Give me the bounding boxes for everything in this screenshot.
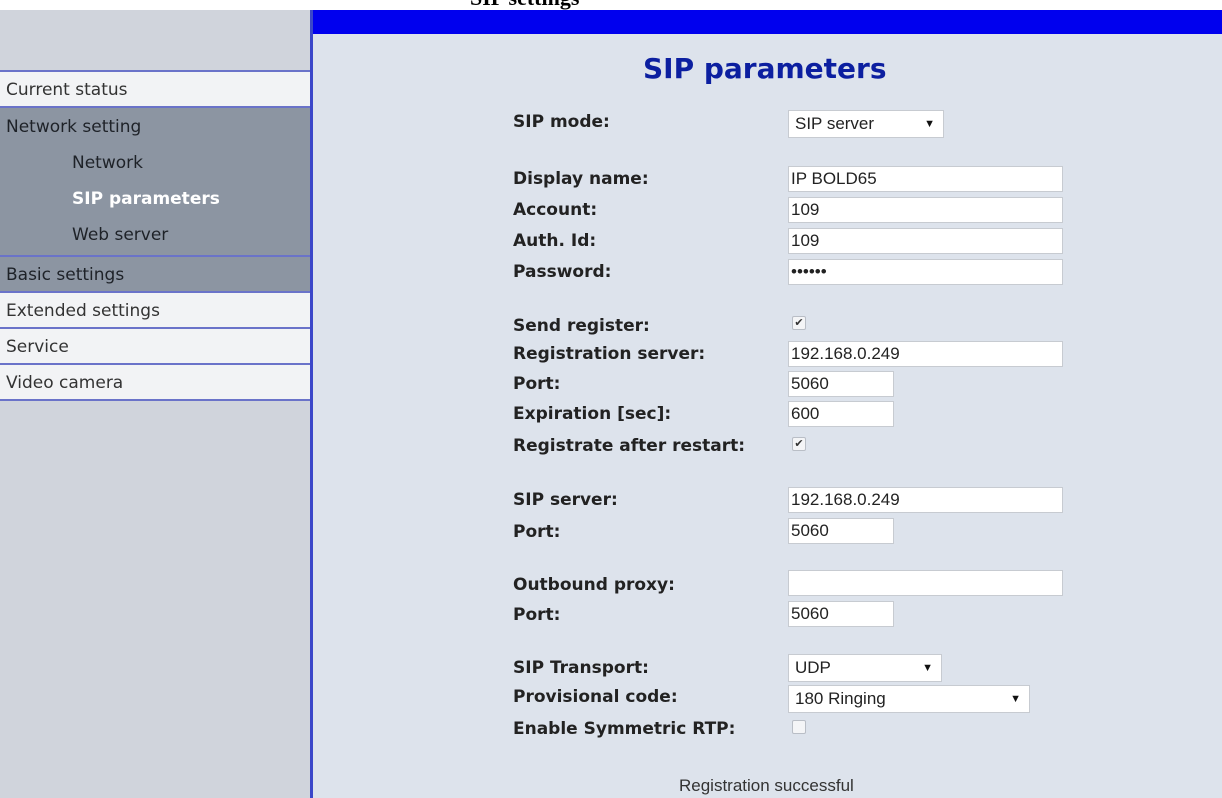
sidebar-subitem-sip-parameters[interactable]: SIP parameters: [0, 181, 310, 217]
sip-server-label: SIP server:: [513, 490, 618, 510]
page-title: SIP settings: [470, 0, 579, 10]
registration-server-input[interactable]: [788, 341, 1063, 367]
sip-server-input[interactable]: [788, 487, 1063, 513]
main-content: SIP parameters SIP mode: SIP server ▼ Di…: [313, 34, 1222, 798]
checkmark-icon: ✔: [794, 316, 804, 329]
outbound-proxy-port-input[interactable]: [788, 601, 894, 627]
sidebar-nav: Current status Network setting Network S…: [0, 70, 310, 401]
sip-mode-label: SIP mode:: [513, 112, 610, 132]
sip-mode-value: SIP server: [795, 114, 875, 133]
sidebar-item-extended-settings[interactable]: Extended settings: [0, 293, 310, 329]
registration-port-label: Port:: [513, 374, 561, 394]
auth-id-label: Auth. Id:: [513, 231, 597, 251]
outbound-proxy-port-label: Port:: [513, 605, 561, 625]
chevron-down-icon: ▼: [1010, 693, 1021, 705]
send-register-checkbox[interactable]: ✔: [792, 316, 806, 330]
password-label: Password:: [513, 262, 612, 282]
top-banner: SIP settings: [0, 0, 1222, 10]
sip-mode-select[interactable]: SIP server ▼: [788, 110, 944, 138]
expiration-label: Expiration [sec]:: [513, 404, 672, 424]
outbound-proxy-label: Outbound proxy:: [513, 575, 675, 595]
sip-transport-label: SIP Transport:: [513, 658, 649, 678]
auth-id-input[interactable]: [788, 228, 1063, 254]
sidebar-item-basic-settings[interactable]: Basic settings: [0, 257, 310, 293]
symmetric-rtp-label: Enable Symmetric RTP:: [513, 719, 736, 739]
provisional-code-value: 180 Ringing: [795, 689, 886, 708]
sidebar-item-current-status[interactable]: Current status: [0, 72, 310, 108]
chevron-down-icon: ▼: [922, 662, 933, 674]
outbound-proxy-input[interactable]: [788, 570, 1063, 596]
section-title: SIP parameters: [643, 52, 887, 85]
header-bar: [313, 10, 1222, 34]
sidebar-subitem-web-server[interactable]: Web server: [0, 217, 310, 253]
account-label: Account:: [513, 200, 598, 220]
sip-transport-value: UDP: [795, 658, 831, 677]
sidebar-group-network-setting: Network setting Network SIP parameters W…: [0, 108, 310, 257]
sidebar-item-network-setting[interactable]: Network setting: [0, 109, 310, 145]
sip-server-port-input[interactable]: [788, 518, 894, 544]
account-input[interactable]: [788, 197, 1063, 223]
registration-server-label: Registration server:: [513, 344, 706, 364]
provisional-code-label: Provisional code:: [513, 687, 678, 707]
sidebar-subitem-network[interactable]: Network: [0, 145, 310, 181]
checkmark-icon: ✔: [794, 437, 804, 450]
symmetric-rtp-checkbox[interactable]: [792, 720, 806, 734]
sidebar-item-service[interactable]: Service: [0, 329, 310, 365]
password-input[interactable]: [788, 259, 1063, 285]
registrate-after-restart-checkbox[interactable]: ✔: [792, 437, 806, 451]
expiration-input[interactable]: [788, 401, 894, 427]
sip-transport-select[interactable]: UDP ▼: [788, 654, 942, 682]
registration-port-input[interactable]: [788, 371, 894, 397]
sip-server-port-label: Port:: [513, 522, 561, 542]
registrate-after-restart-label: Registrate after restart:: [513, 436, 746, 456]
display-name-input[interactable]: [788, 166, 1063, 192]
send-register-label: Send register:: [513, 316, 650, 336]
registration-status: Registration successful: [679, 776, 854, 795]
provisional-code-select[interactable]: 180 Ringing ▼: [788, 685, 1030, 713]
chevron-down-icon: ▼: [924, 118, 935, 130]
display-name-label: Display name:: [513, 169, 649, 189]
sidebar-item-video-camera[interactable]: Video camera: [0, 365, 310, 401]
